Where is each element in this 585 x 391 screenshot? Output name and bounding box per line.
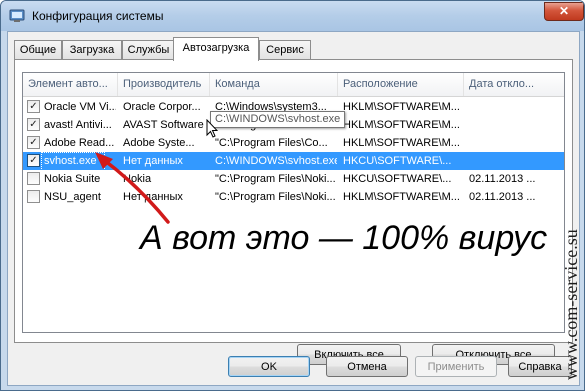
red-arrow-icon [95, 152, 170, 224]
virus-annotation: А вот это — 100% вирус [140, 219, 548, 257]
site-watermark: www.com-service.su [561, 229, 581, 380]
mouse-cursor-icon [206, 119, 218, 138]
command-tooltip: C:\WINDOWS\svhost.exe [210, 111, 346, 128]
